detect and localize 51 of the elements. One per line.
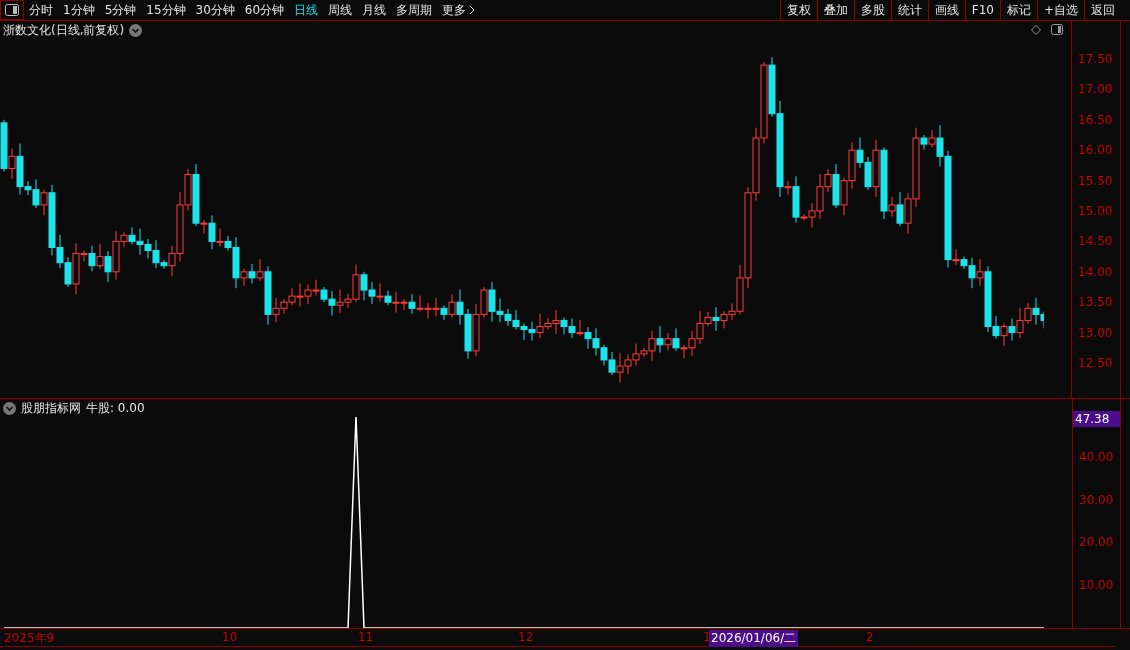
indicator-reading: 牛股: 0.00 [86, 399, 145, 417]
axis-label: 30.00 [1079, 492, 1114, 507]
time-label: 12 [518, 630, 534, 644]
toolbar-button[interactable]: F10 [964, 0, 1000, 20]
period-tab[interactable]: 15分钟 [141, 1, 191, 19]
period-tab[interactable]: 30分钟 [190, 1, 240, 19]
period-tab[interactable]: 月线 [357, 1, 392, 19]
price-label: 16.50 [1078, 112, 1113, 127]
period-tab[interactable]: 5分钟 [99, 1, 142, 19]
axis-label: 40.00 [1079, 450, 1114, 465]
current-value-label: 47.38 [1073, 411, 1121, 427]
price-label: 13.50 [1078, 295, 1113, 310]
dropdown-icon[interactable] [129, 23, 143, 37]
panel-toggle-icon[interactable] [5, 4, 19, 16]
chart-title: 浙数文化(日线,前复权) [3, 21, 125, 39]
price-label: 17.00 [1078, 82, 1113, 97]
time-label: 2025年9 [4, 630, 55, 647]
period-tab[interactable]: 日线 [289, 1, 324, 19]
period-tab[interactable]: 多周期 [391, 1, 438, 19]
time-label: 1 [703, 630, 711, 644]
toolbar-button[interactable]: 标记 [999, 0, 1037, 20]
price-label: 13.00 [1078, 325, 1113, 340]
period-tab[interactable]: 分时 [24, 1, 58, 19]
price-label: 15.00 [1078, 204, 1113, 218]
price-label: 15.50 [1078, 173, 1113, 188]
dropdown-icon[interactable] [3, 401, 16, 415]
period-tab[interactable]: 60分钟 [239, 1, 290, 19]
period-tab[interactable]: 1分钟 [58, 1, 100, 19]
price-label: 14.00 [1078, 264, 1113, 279]
toolbar-button[interactable]: +自选 [1036, 0, 1084, 20]
price-label: 14.50 [1078, 234, 1113, 249]
axis-label: 20.00 [1079, 535, 1114, 550]
price-label: 12.50 [1078, 356, 1113, 370]
date-cursor-label: 2026/01/06/二 [709, 630, 799, 647]
panel-toggle-icon[interactable] [1051, 24, 1064, 35]
period-tab[interactable]: 周线 [323, 1, 358, 19]
toolbar-button[interactable]: 叠加 [816, 0, 854, 20]
axis-label: 10.00 [1079, 577, 1114, 592]
chevron-right-icon [469, 5, 476, 15]
indicator-name: 股朋指标网 [21, 399, 81, 417]
more-menu[interactable]: 更多 [437, 1, 481, 19]
price-label: 16.00 [1078, 143, 1113, 158]
time-label: 2 [866, 630, 874, 644]
toolbar-button[interactable]: 多股 [853, 0, 891, 20]
time-label: 11 [358, 630, 374, 644]
toolbar-button[interactable]: 画线 [927, 0, 965, 20]
toolbar-button[interactable]: 复权 [779, 0, 817, 20]
diamond-icon[interactable] [1031, 24, 1042, 35]
price-label: 17.50 [1078, 52, 1113, 66]
time-label: 10 [222, 630, 238, 644]
toolbar-button[interactable]: 统计 [890, 0, 928, 20]
